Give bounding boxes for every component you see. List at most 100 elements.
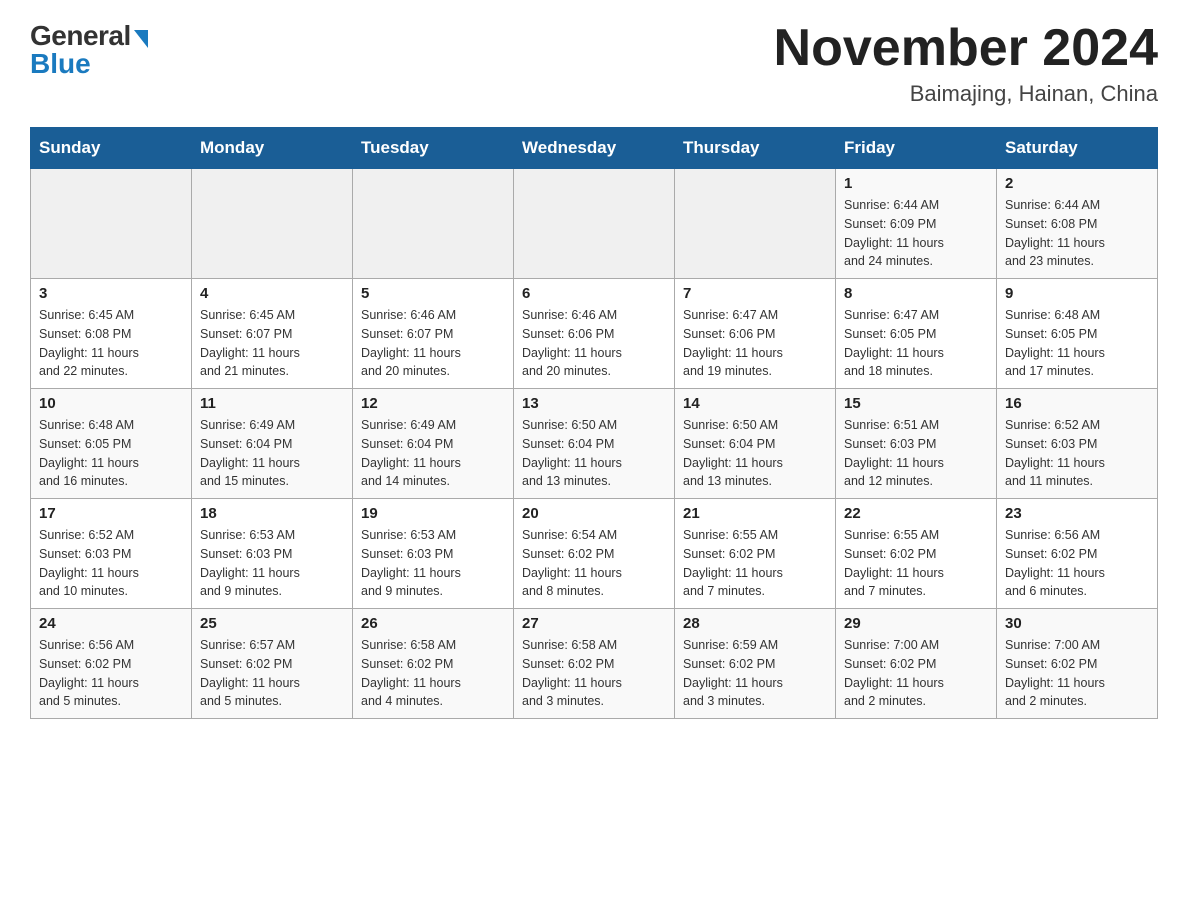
calendar-cell: 25Sunrise: 6:57 AM Sunset: 6:02 PM Dayli… — [192, 609, 353, 719]
day-number: 28 — [683, 615, 827, 632]
calendar-cell: 9 Sunrise: 6:48 AM Sunset: 6:05 PM Daylig… — [997, 279, 1158, 389]
day-info: Sunrise: 6:51 AM Sunset: 6:03 PM Dayligh… — [844, 416, 988, 491]
title-section: November 2024 Baimajing, Hainan, China — [774, 20, 1158, 107]
day-number: 15 — [844, 395, 988, 412]
calendar-cell: 14 Sunrise: 6:50 AM Sunset: 6:04 PM Dayli… — [675, 389, 836, 499]
calendar-cell — [675, 169, 836, 279]
day-info: Sunrise: 6:55 AM Sunset: 6:02 PM Dayligh… — [683, 526, 827, 601]
month-title: November 2024 — [774, 20, 1158, 77]
day-info: Sunrise: 7:00 AM Sunset: 6:02 PM Dayligh… — [844, 636, 988, 711]
logo-arrow-icon — [134, 30, 148, 48]
calendar-cell: 2Sunrise: 6:44 AM Sunset: 6:08 PM Daylig… — [997, 169, 1158, 279]
calendar-cell: 15 Sunrise: 6:51 AM Sunset: 6:03 PM Dayli… — [836, 389, 997, 499]
calendar-cell: 3 Sunrise: 6:45 AM Sunset: 6:08 PM Daylig… — [31, 279, 192, 389]
day-info: Sunrise: 6:44 AM Sunset: 6:09 PM Dayligh… — [844, 196, 988, 271]
day-info: Sunrise: 6:52 AM Sunset: 6:03 PM Dayligh… — [1005, 416, 1149, 491]
day-of-week-header: Saturday — [997, 128, 1158, 169]
day-info: Sunrise: 6:53 AM Sunset: 6:03 PM Dayligh… — [361, 526, 505, 601]
day-number: 3 — [39, 285, 183, 302]
day-number: 17 — [39, 505, 183, 522]
calendar-cell — [192, 169, 353, 279]
day-number: 8 — [844, 285, 988, 302]
day-info: Sunrise: 6:45 AM Sunset: 6:08 PM Dayligh… — [39, 306, 183, 381]
day-number: 22 — [844, 505, 988, 522]
day-number: 26 — [361, 615, 505, 632]
day-info: Sunrise: 6:47 AM Sunset: 6:05 PM Dayligh… — [844, 306, 988, 381]
calendar-cell: 6 Sunrise: 6:46 AM Sunset: 6:06 PM Daylig… — [514, 279, 675, 389]
calendar-week-row: 3 Sunrise: 6:45 AM Sunset: 6:08 PM Daylig… — [31, 279, 1158, 389]
day-info: Sunrise: 6:49 AM Sunset: 6:04 PM Dayligh… — [361, 416, 505, 491]
calendar-cell: 20 Sunrise: 6:54 AM Sunset: 6:02 PM Dayli… — [514, 499, 675, 609]
calendar-week-row: 1 Sunrise: 6:44 AM Sunset: 6:09 PM Daylig… — [31, 169, 1158, 279]
day-number: 12 — [361, 395, 505, 412]
day-info: Sunrise: 6:56 AM Sunset: 6:02 PM Dayligh… — [39, 636, 183, 711]
calendar-cell: 11 Sunrise: 6:49 AM Sunset: 6:04 PM Dayli… — [192, 389, 353, 499]
calendar-cell: 4Sunrise: 6:45 AM Sunset: 6:07 PM Daylig… — [192, 279, 353, 389]
day-of-week-header: Wednesday — [514, 128, 675, 169]
day-info: Sunrise: 6:44 AM Sunset: 6:08 PM Dayligh… — [1005, 196, 1149, 271]
day-number: 14 — [683, 395, 827, 412]
calendar-cell: 19 Sunrise: 6:53 AM Sunset: 6:03 PM Dayli… — [353, 499, 514, 609]
day-info: Sunrise: 6:59 AM Sunset: 6:02 PM Dayligh… — [683, 636, 827, 711]
calendar-cell: 10Sunrise: 6:48 AM Sunset: 6:05 PM Dayli… — [31, 389, 192, 499]
day-number: 5 — [361, 285, 505, 302]
calendar-cell: 28 Sunrise: 6:59 AM Sunset: 6:02 PM Dayli… — [675, 609, 836, 719]
calendar-cell: 17 Sunrise: 6:52 AM Sunset: 6:03 PM Dayli… — [31, 499, 192, 609]
day-number: 18 — [200, 505, 344, 522]
calendar-cell: 18 Sunrise: 6:53 AM Sunset: 6:03 PM Dayli… — [192, 499, 353, 609]
calendar-week-row: 24 Sunrise: 6:56 AM Sunset: 6:02 PM Dayli… — [31, 609, 1158, 719]
day-of-week-header: Friday — [836, 128, 997, 169]
day-info: Sunrise: 6:45 AM Sunset: 6:07 PM Dayligh… — [200, 306, 344, 381]
calendar-cell: 21 Sunrise: 6:55 AM Sunset: 6:02 PM Dayli… — [675, 499, 836, 609]
day-info: Sunrise: 6:49 AM Sunset: 6:04 PM Dayligh… — [200, 416, 344, 491]
day-info: Sunrise: 6:50 AM Sunset: 6:04 PM Dayligh… — [683, 416, 827, 491]
day-number: 1 — [844, 175, 988, 192]
calendar-cell: 22Sunrise: 6:55 AM Sunset: 6:02 PM Dayli… — [836, 499, 997, 609]
day-info: Sunrise: 6:56 AM Sunset: 6:02 PM Dayligh… — [1005, 526, 1149, 601]
calendar-cell: 13 Sunrise: 6:50 AM Sunset: 6:04 PM Dayli… — [514, 389, 675, 499]
day-number: 6 — [522, 285, 666, 302]
logo: General Blue — [30, 20, 148, 80]
calendar-cell — [353, 169, 514, 279]
day-number: 19 — [361, 505, 505, 522]
day-number: 20 — [522, 505, 666, 522]
day-info: Sunrise: 6:50 AM Sunset: 6:04 PM Dayligh… — [522, 416, 666, 491]
calendar-cell: 12 Sunrise: 6:49 AM Sunset: 6:04 PM Dayli… — [353, 389, 514, 499]
day-of-week-header: Sunday — [31, 128, 192, 169]
day-info: Sunrise: 6:48 AM Sunset: 6:05 PM Dayligh… — [1005, 306, 1149, 381]
calendar-cell: 29 Sunrise: 7:00 AM Sunset: 6:02 PM Dayli… — [836, 609, 997, 719]
day-number: 29 — [844, 615, 988, 632]
day-info: Sunrise: 6:47 AM Sunset: 6:06 PM Dayligh… — [683, 306, 827, 381]
day-info: Sunrise: 6:53 AM Sunset: 6:03 PM Dayligh… — [200, 526, 344, 601]
day-number: 23 — [1005, 505, 1149, 522]
location-title: Baimajing, Hainan, China — [774, 81, 1158, 107]
day-number: 9 — [1005, 285, 1149, 302]
calendar-cell: 27Sunrise: 6:58 AM Sunset: 6:02 PM Dayli… — [514, 609, 675, 719]
day-info: Sunrise: 6:52 AM Sunset: 6:03 PM Dayligh… — [39, 526, 183, 601]
calendar-cell: 5 Sunrise: 6:46 AM Sunset: 6:07 PM Daylig… — [353, 279, 514, 389]
day-info: Sunrise: 6:57 AM Sunset: 6:02 PM Dayligh… — [200, 636, 344, 711]
calendar-week-row: 10Sunrise: 6:48 AM Sunset: 6:05 PM Dayli… — [31, 389, 1158, 499]
day-info: Sunrise: 6:46 AM Sunset: 6:07 PM Dayligh… — [361, 306, 505, 381]
calendar-table: SundayMondayTuesdayWednesdayThursdayFrid… — [30, 127, 1158, 719]
calendar-cell: 26Sunrise: 6:58 AM Sunset: 6:02 PM Dayli… — [353, 609, 514, 719]
page-header: General Blue November 2024 Baimajing, Ha… — [30, 20, 1158, 107]
calendar-cell — [31, 169, 192, 279]
day-info: Sunrise: 6:58 AM Sunset: 6:02 PM Dayligh… — [522, 636, 666, 711]
calendar-cell: 1 Sunrise: 6:44 AM Sunset: 6:09 PM Daylig… — [836, 169, 997, 279]
day-number: 10 — [39, 395, 183, 412]
day-number: 21 — [683, 505, 827, 522]
logo-blue-text: Blue — [30, 48, 91, 80]
calendar-cell: 8 Sunrise: 6:47 AM Sunset: 6:05 PM Daylig… — [836, 279, 997, 389]
day-number: 30 — [1005, 615, 1149, 632]
day-number: 11 — [200, 395, 344, 412]
day-info: Sunrise: 6:54 AM Sunset: 6:02 PM Dayligh… — [522, 526, 666, 601]
calendar-week-row: 17 Sunrise: 6:52 AM Sunset: 6:03 PM Dayli… — [31, 499, 1158, 609]
calendar-cell — [514, 169, 675, 279]
calendar-cell: 16Sunrise: 6:52 AM Sunset: 6:03 PM Dayli… — [997, 389, 1158, 499]
day-number: 24 — [39, 615, 183, 632]
day-info: Sunrise: 6:46 AM Sunset: 6:06 PM Dayligh… — [522, 306, 666, 381]
day-info: Sunrise: 7:00 AM Sunset: 6:02 PM Dayligh… — [1005, 636, 1149, 711]
day-of-week-header: Tuesday — [353, 128, 514, 169]
day-number: 13 — [522, 395, 666, 412]
